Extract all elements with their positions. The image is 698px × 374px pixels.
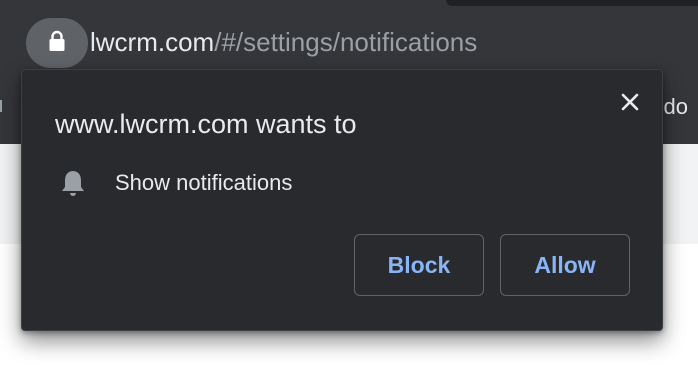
- allow-button[interactable]: Allow: [500, 234, 630, 296]
- bell-icon: [58, 168, 88, 198]
- tab-strip-edge: [446, 0, 698, 6]
- url-path: /#/settings/notifications: [214, 27, 478, 57]
- site-info-button[interactable]: [26, 18, 88, 68]
- block-button[interactable]: Block: [354, 234, 484, 296]
- popup-title: www.lwcrm.com wants to: [55, 109, 357, 139]
- close-icon[interactable]: [618, 90, 642, 114]
- bookmark-separator: [0, 100, 2, 112]
- permission-label: Show notifications: [115, 170, 293, 195]
- permission-popup: www.lwcrm.com wants to Show notification…: [21, 69, 663, 331]
- url-host: lwcrm.com: [90, 27, 215, 57]
- permission-row: Show notifications: [58, 166, 292, 200]
- address-bar-url[interactable]: lwcrm.com/#/settings/notifications: [90, 26, 477, 58]
- browser-toolbar: lwcrm.com/#/settings/notifications: [0, 0, 698, 72]
- bookmark-item-partial[interactable]: do: [664, 94, 688, 120]
- lock-icon: [48, 30, 66, 57]
